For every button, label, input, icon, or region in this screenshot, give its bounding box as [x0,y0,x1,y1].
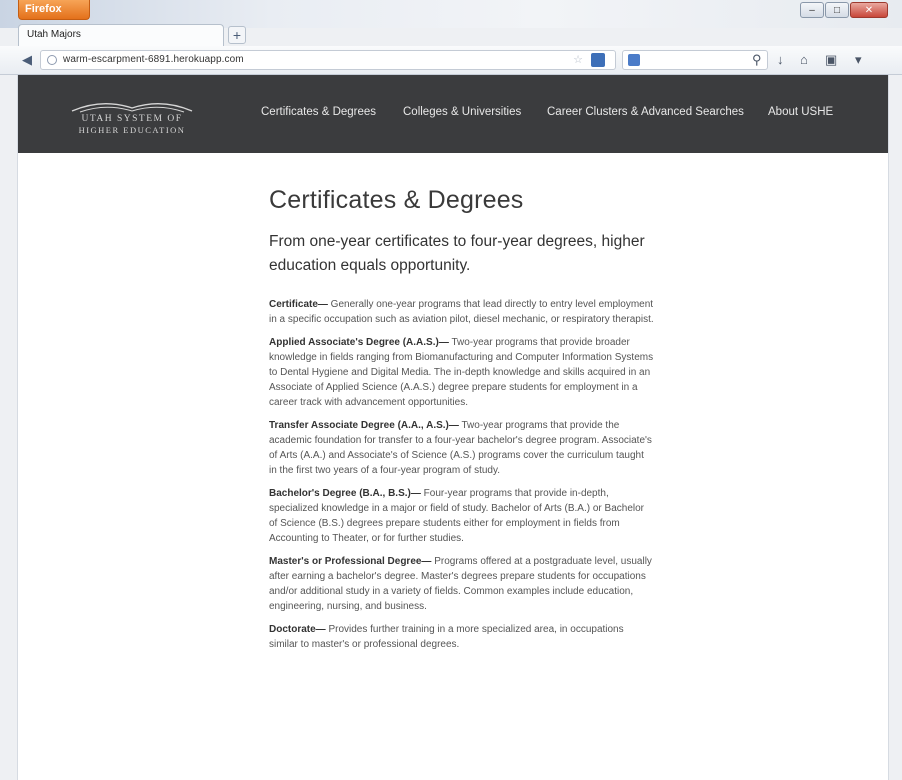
definition-term: Applied Associate's Degree (A.A.S.)— [269,337,449,348]
page-subtitle: From one-year certificates to four-year … [269,233,645,274]
main-content: Certificates & Degrees From one-year cer… [269,185,654,660]
tab-title: Utah Majors [27,29,81,40]
download-arrow-icon[interactable]: ↓ [777,52,784,67]
back-arrow-icon[interactable]: ◀ [22,52,32,68]
new-tab-button[interactable]: + [228,26,246,44]
site-nav: Certificates & Degrees Colleges & Univer… [18,106,888,126]
address-bar[interactable]: warm-escarpment-6891.herokuapp.com ☆ [40,50,616,70]
bookmarks-menu-icon[interactable]: ▣ [825,52,837,68]
browser-tab[interactable]: Utah Majors [18,24,224,46]
definition-item: Applied Associate's Degree (A.A.S.)— Two… [269,335,654,410]
definition-item: Master's or Professional Degree— Program… [269,554,654,614]
maximize-button[interactable]: □ [825,2,849,18]
page-viewport: UTAH SYSTEM OF HIGHER EDUCATION Certific… [17,75,889,780]
definition-item: Certificate— Generally one-year programs… [269,297,654,327]
nav-about-ushe[interactable]: About USHE [768,106,833,118]
definition-term: Transfer Associate Degree (A.A., A.S.)— [269,420,459,431]
page-title: Certificates & Degrees [269,186,524,214]
site-header: UTAH SYSTEM OF HIGHER EDUCATION Certific… [18,75,888,153]
search-engine-icon[interactable] [628,54,640,66]
definition-term: Bachelor's Degree (B.A., B.S.)— [269,488,421,499]
window-controls: – □ ✕ [800,2,888,18]
definition-item: Bachelor's Degree (B.A., B.S.)— Four-yea… [269,486,654,546]
definition-term: Doctorate— [269,624,326,635]
home-icon[interactable]: ⌂ [800,52,808,67]
definition-item: Doctorate— Provides further training in … [269,622,654,652]
nav-career-clusters[interactable]: Career Clusters & Advanced Searches [547,106,744,118]
definition-term: Master's or Professional Degree— [269,556,432,567]
search-magnifier-icon[interactable]: ⚲ [752,52,762,68]
reload-icon[interactable] [591,53,605,67]
search-input[interactable] [622,50,768,70]
menu-chevron-icon[interactable]: ▾ [855,52,862,68]
definitions-list: Certificate— Generally one-year programs… [269,297,654,652]
firefox-menu-button[interactable]: Firefox [18,0,90,20]
definition-item: Transfer Associate Degree (A.A., A.S.)— … [269,418,654,478]
nav-colleges-universities[interactable]: Colleges & Universities [403,106,521,118]
minimize-button[interactable]: – [800,2,824,18]
browser-navbar: ◀ warm-escarpment-6891.herokuapp.com ☆ ⚲… [0,46,902,75]
url-text: warm-escarpment-6891.herokuapp.com [63,54,244,65]
site-identity-icon[interactable] [47,55,57,65]
nav-certificates-degrees[interactable]: Certificates & Degrees [261,106,376,118]
definition-term: Certificate— [269,299,328,310]
logo-line-2: HIGHER EDUCATION [78,125,186,135]
bookmark-star-icon[interactable]: ☆ [573,53,583,66]
close-window-button[interactable]: ✕ [850,2,888,18]
